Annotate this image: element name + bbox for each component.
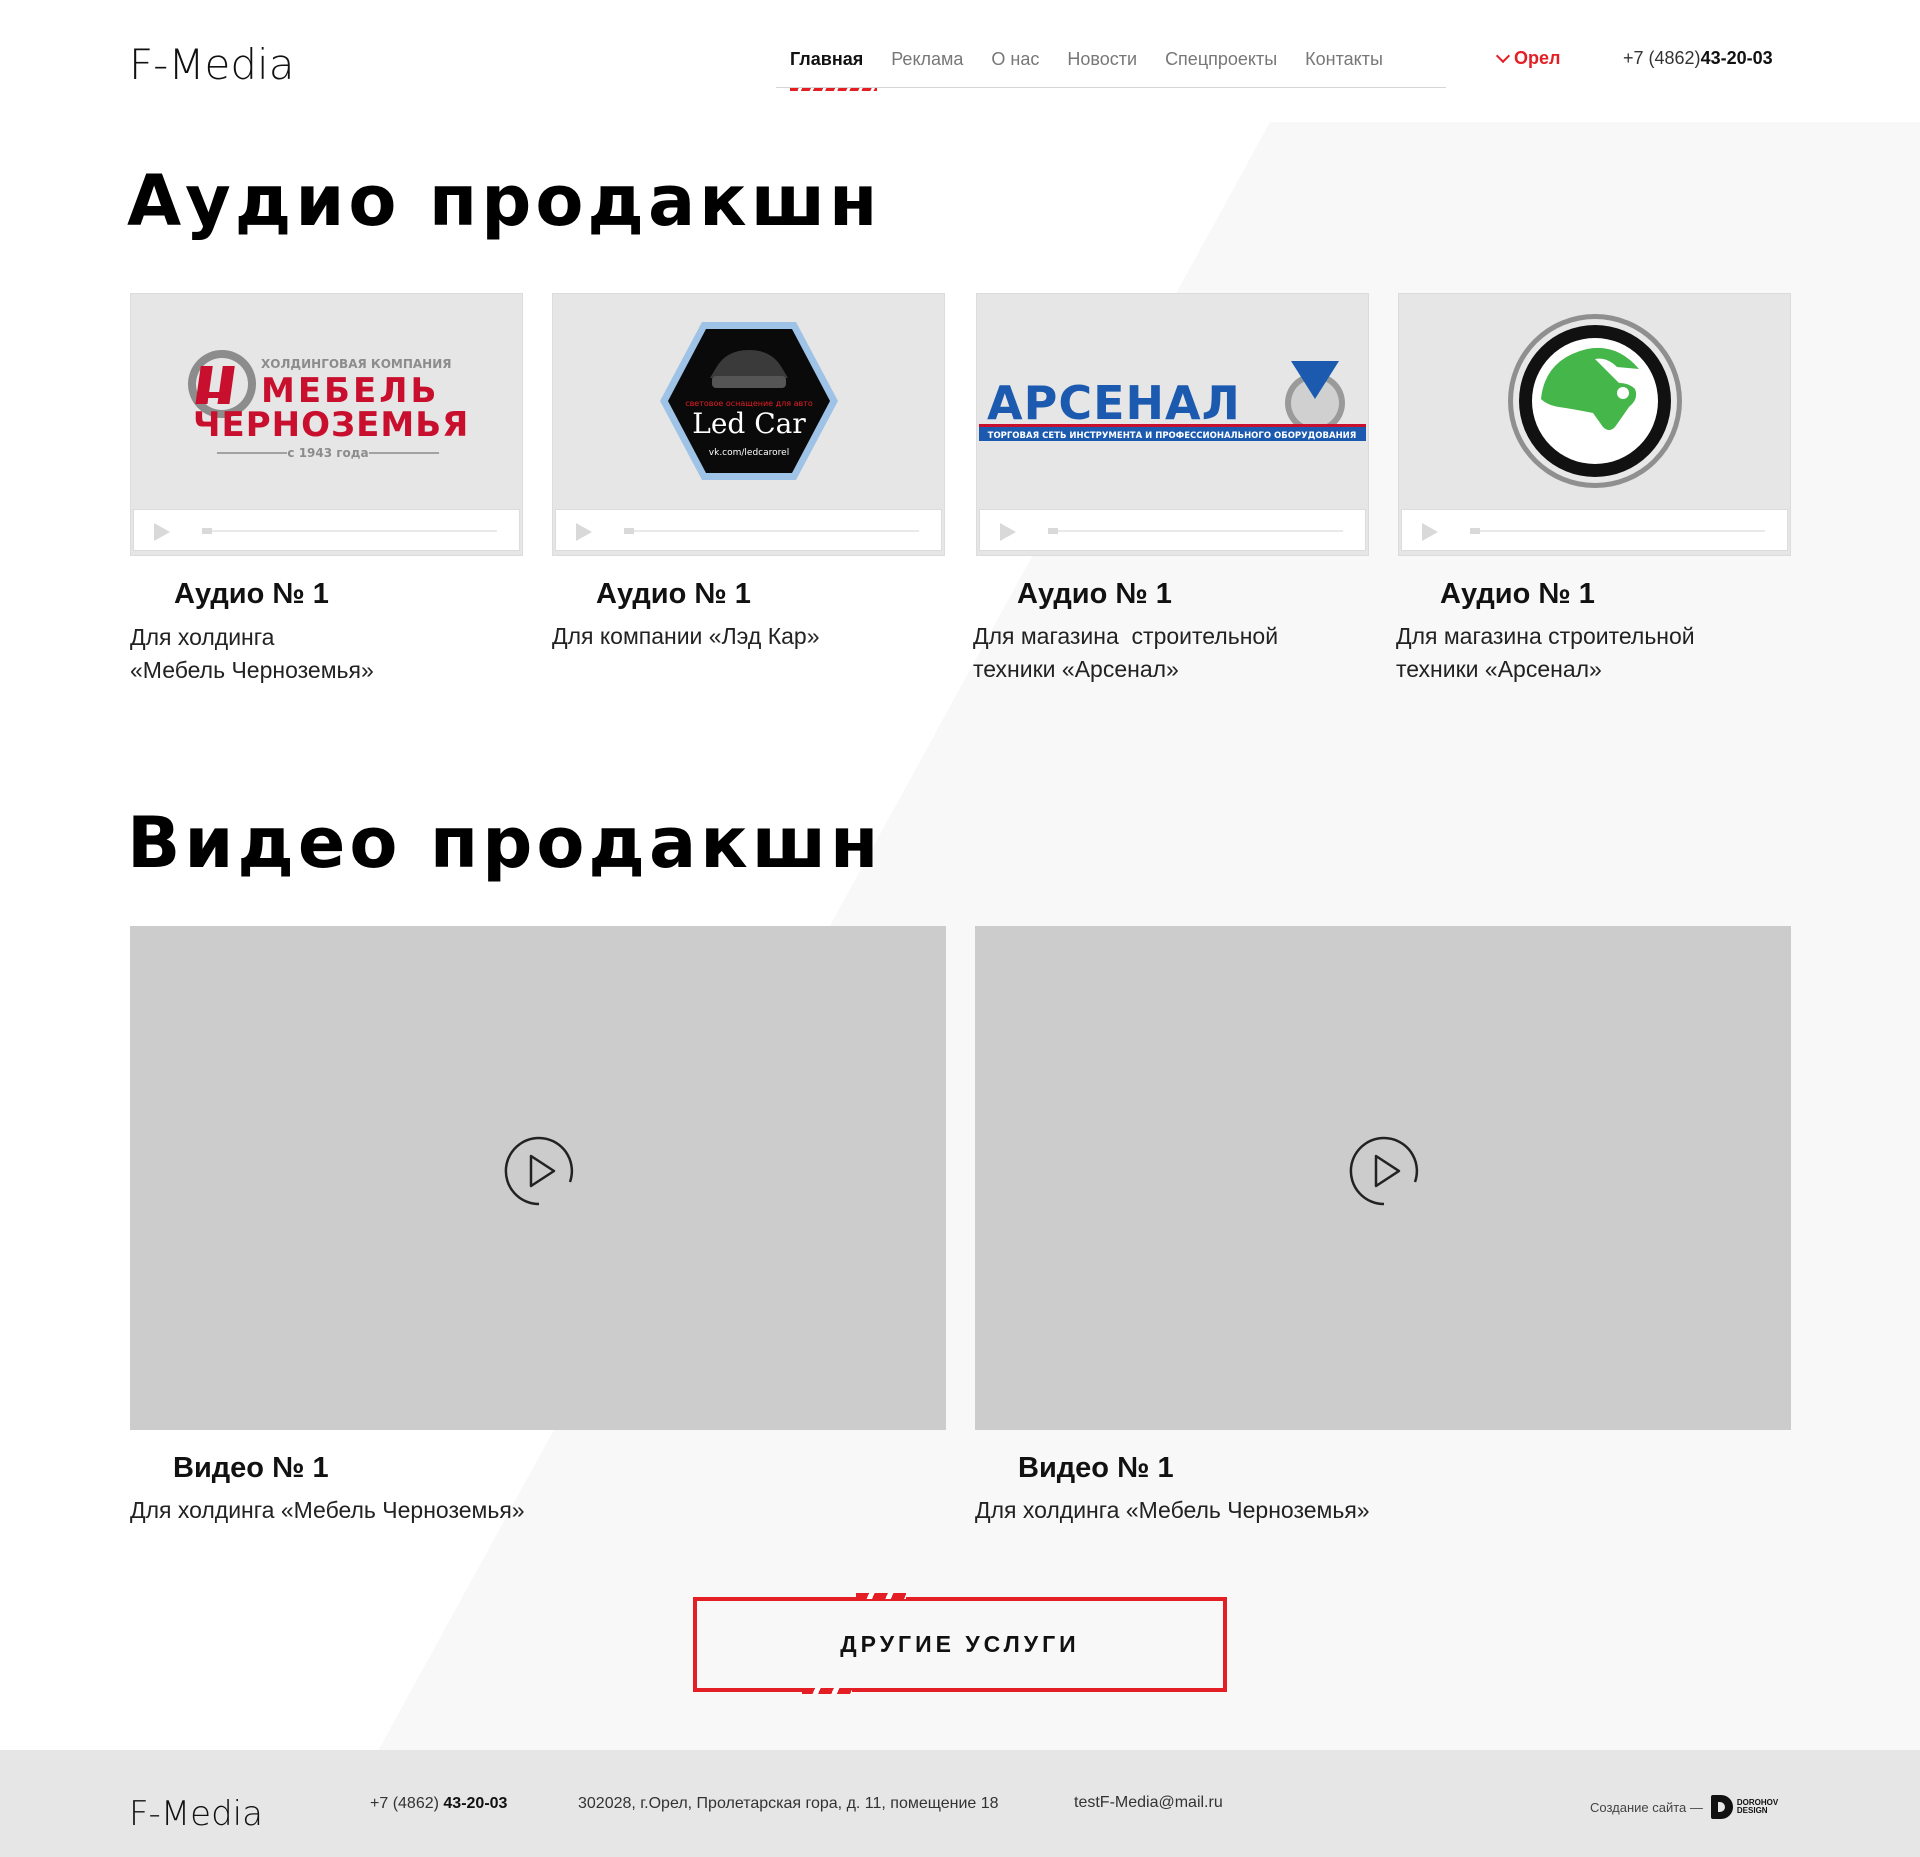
phone-number: 43-20-03 — [443, 1795, 508, 1812]
audio-title: Аудио № 1 — [174, 578, 329, 610]
video-title: Видео № 1 — [173, 1452, 329, 1484]
desc-line: техники «Арсенал» — [1396, 656, 1602, 682]
progress-knob[interactable] — [624, 528, 634, 534]
logo-text: F-Media — [129, 1794, 263, 1834]
arsenal-sub: ТОРГОВАЯ СЕТЬ ИНСТРУМЕНТА И ПРОФЕССИОНАЛ… — [988, 431, 1357, 441]
audio-desc: Для холдинга «Мебель Черноземья» — [130, 621, 374, 687]
audio-desc: Для компании «Лэд Кар» — [552, 620, 820, 653]
site-logo[interactable]: F-Media — [129, 36, 294, 86]
progress-track[interactable] — [1470, 528, 1765, 534]
audio-player — [133, 509, 520, 551]
dorohov-logo: DOROHOV DESIGN — [1710, 1795, 1778, 1819]
ledcar-name: Led Car — [692, 407, 806, 440]
credit-text: Создание сайта — — [1590, 1799, 1703, 1815]
desc-line: техники «Арсенал» — [973, 656, 1179, 682]
nav-label: Главная — [790, 49, 864, 69]
audio-card: световое оснащение для авто Led Car vk.c… — [552, 293, 945, 556]
video-section-title: Видео продакшн — [127, 802, 883, 884]
play-icon[interactable] — [154, 523, 170, 541]
header-phone[interactable]: +7 (4862)43-20-03 — [1623, 48, 1773, 69]
audio-player — [979, 509, 1366, 551]
ledcar-url: vk.com/ledcarorel — [708, 448, 788, 458]
audio-section-title: Аудио продакшн — [127, 160, 882, 242]
audio-title: Аудио № 1 — [1017, 578, 1172, 610]
mebel-since: с 1943 года — [287, 446, 368, 460]
desc-line: «Мебель Черноземья» — [130, 657, 374, 683]
progress-track[interactable] — [1048, 528, 1343, 534]
dorohov-d-icon — [1710, 1795, 1733, 1819]
footer-address: 302028, г.Орел, Пролетарская гора, д. 11… — [578, 1795, 999, 1812]
nav-item-home[interactable]: Главная — [776, 48, 878, 91]
mebel-logo: ХОЛДИНГОВАЯ КОМПАНИЯ МЕБЕЛЬ ЧЕРНОЗЕМЬЯ с… — [131, 294, 522, 508]
audio-desc: Для магазина строительной техники «Арсен… — [1396, 620, 1695, 686]
chevron-down-icon — [1495, 48, 1511, 64]
audio-player — [555, 509, 942, 551]
active-underline — [790, 88, 878, 91]
audio-player — [1401, 509, 1788, 551]
play-icon[interactable] — [576, 523, 592, 541]
mebel-top-text: ХОЛДИНГОВАЯ КОМПАНИЯ — [261, 357, 452, 371]
city-label: Орел — [1514, 48, 1561, 68]
arsenal-logo: АРСЕНАЛ ТОРГОВАЯ СЕТЬ ИНСТРУМЕНТА И ПРОФ… — [977, 294, 1368, 508]
progress-knob[interactable] — [1470, 528, 1480, 534]
button-label: ДРУГИЕ УСЛУГИ — [840, 1631, 1080, 1657]
nav-item-special[interactable]: Спецпроекты — [1151, 48, 1291, 88]
video-player[interactable] — [975, 926, 1791, 1430]
audio-title: Аудио № 1 — [596, 578, 751, 610]
desc-line: Для магазина строительной — [973, 623, 1279, 649]
dorohov-words: DOROHOV DESIGN — [1737, 1799, 1778, 1815]
desc-line: Для магазина строительной — [1396, 623, 1695, 649]
phone-number: 43-20-03 — [1700, 48, 1773, 68]
play-circle-icon[interactable] — [504, 1136, 574, 1206]
progress-track[interactable] — [624, 528, 919, 534]
studio-line: DESIGN — [1736, 1806, 1768, 1815]
progress-knob[interactable] — [202, 528, 212, 534]
button-accent — [802, 1688, 852, 1694]
audio-title: Аудио № 1 — [1440, 578, 1595, 610]
audio-card — [1398, 293, 1791, 556]
nav-item-contacts[interactable]: Контакты — [1291, 48, 1397, 88]
ledcar-logo: световое оснащение для авто Led Car vk.c… — [553, 294, 944, 508]
progress-track[interactable] — [202, 528, 497, 534]
arsenal-name: АРСЕНАЛ — [987, 376, 1241, 430]
footer-email[interactable]: testF-Media@mail.ru — [1074, 1794, 1223, 1812]
button-accent — [856, 1593, 906, 1599]
skoda-logo-icon — [1399, 294, 1790, 508]
site-credit[interactable]: Создание сайта — DOROHOV DESIGN — [1590, 1795, 1778, 1819]
play-icon[interactable] — [1422, 523, 1438, 541]
progress-knob[interactable] — [1048, 528, 1058, 534]
phone-prefix: +7 (4862) — [370, 1795, 444, 1812]
audio-card: АРСЕНАЛ ТОРГОВАЯ СЕТЬ ИНСТРУМЕНТА И ПРОФ… — [976, 293, 1369, 556]
logo-text: F-Media — [129, 40, 295, 89]
nav-item-news[interactable]: Новости — [1053, 48, 1151, 88]
other-services-button[interactable]: ДРУГИЕ УСЛУГИ — [693, 1597, 1227, 1692]
footer-logo[interactable]: F-Media — [129, 1781, 263, 1831]
phone-prefix: +7 (4862) — [1623, 48, 1701, 68]
video-title: Видео № 1 — [1018, 1452, 1174, 1484]
play-icon[interactable] — [1000, 523, 1016, 541]
audio-card: ХОЛДИНГОВАЯ КОМПАНИЯ МЕБЕЛЬ ЧЕРНОЗЕМЬЯ с… — [130, 293, 523, 556]
mebel-line2: ЧЕРНОЗЕМЬЯ — [193, 405, 469, 445]
desc-line: Для компании «Лэд Кар» — [552, 623, 820, 649]
video-player[interactable] — [130, 926, 946, 1430]
city-selector[interactable]: Орел — [1495, 48, 1561, 69]
video-desc: Для холдинга «Мебель Черноземья» — [130, 1497, 525, 1523]
desc-line: Для холдинга — [130, 624, 275, 650]
nav-item-ads[interactable]: Реклама — [877, 48, 977, 88]
footer-phone[interactable]: +7 (4862) 43-20-03 — [370, 1795, 507, 1813]
main-nav: Главная Реклама О нас Новости Спецпроект… — [776, 48, 1446, 91]
audio-desc: Для магазина строительной техники «Арсен… — [973, 620, 1278, 686]
video-desc: Для холдинга «Мебель Черноземья» — [975, 1497, 1370, 1523]
nav-item-about[interactable]: О нас — [977, 48, 1053, 88]
play-circle-icon[interactable] — [1349, 1136, 1419, 1206]
